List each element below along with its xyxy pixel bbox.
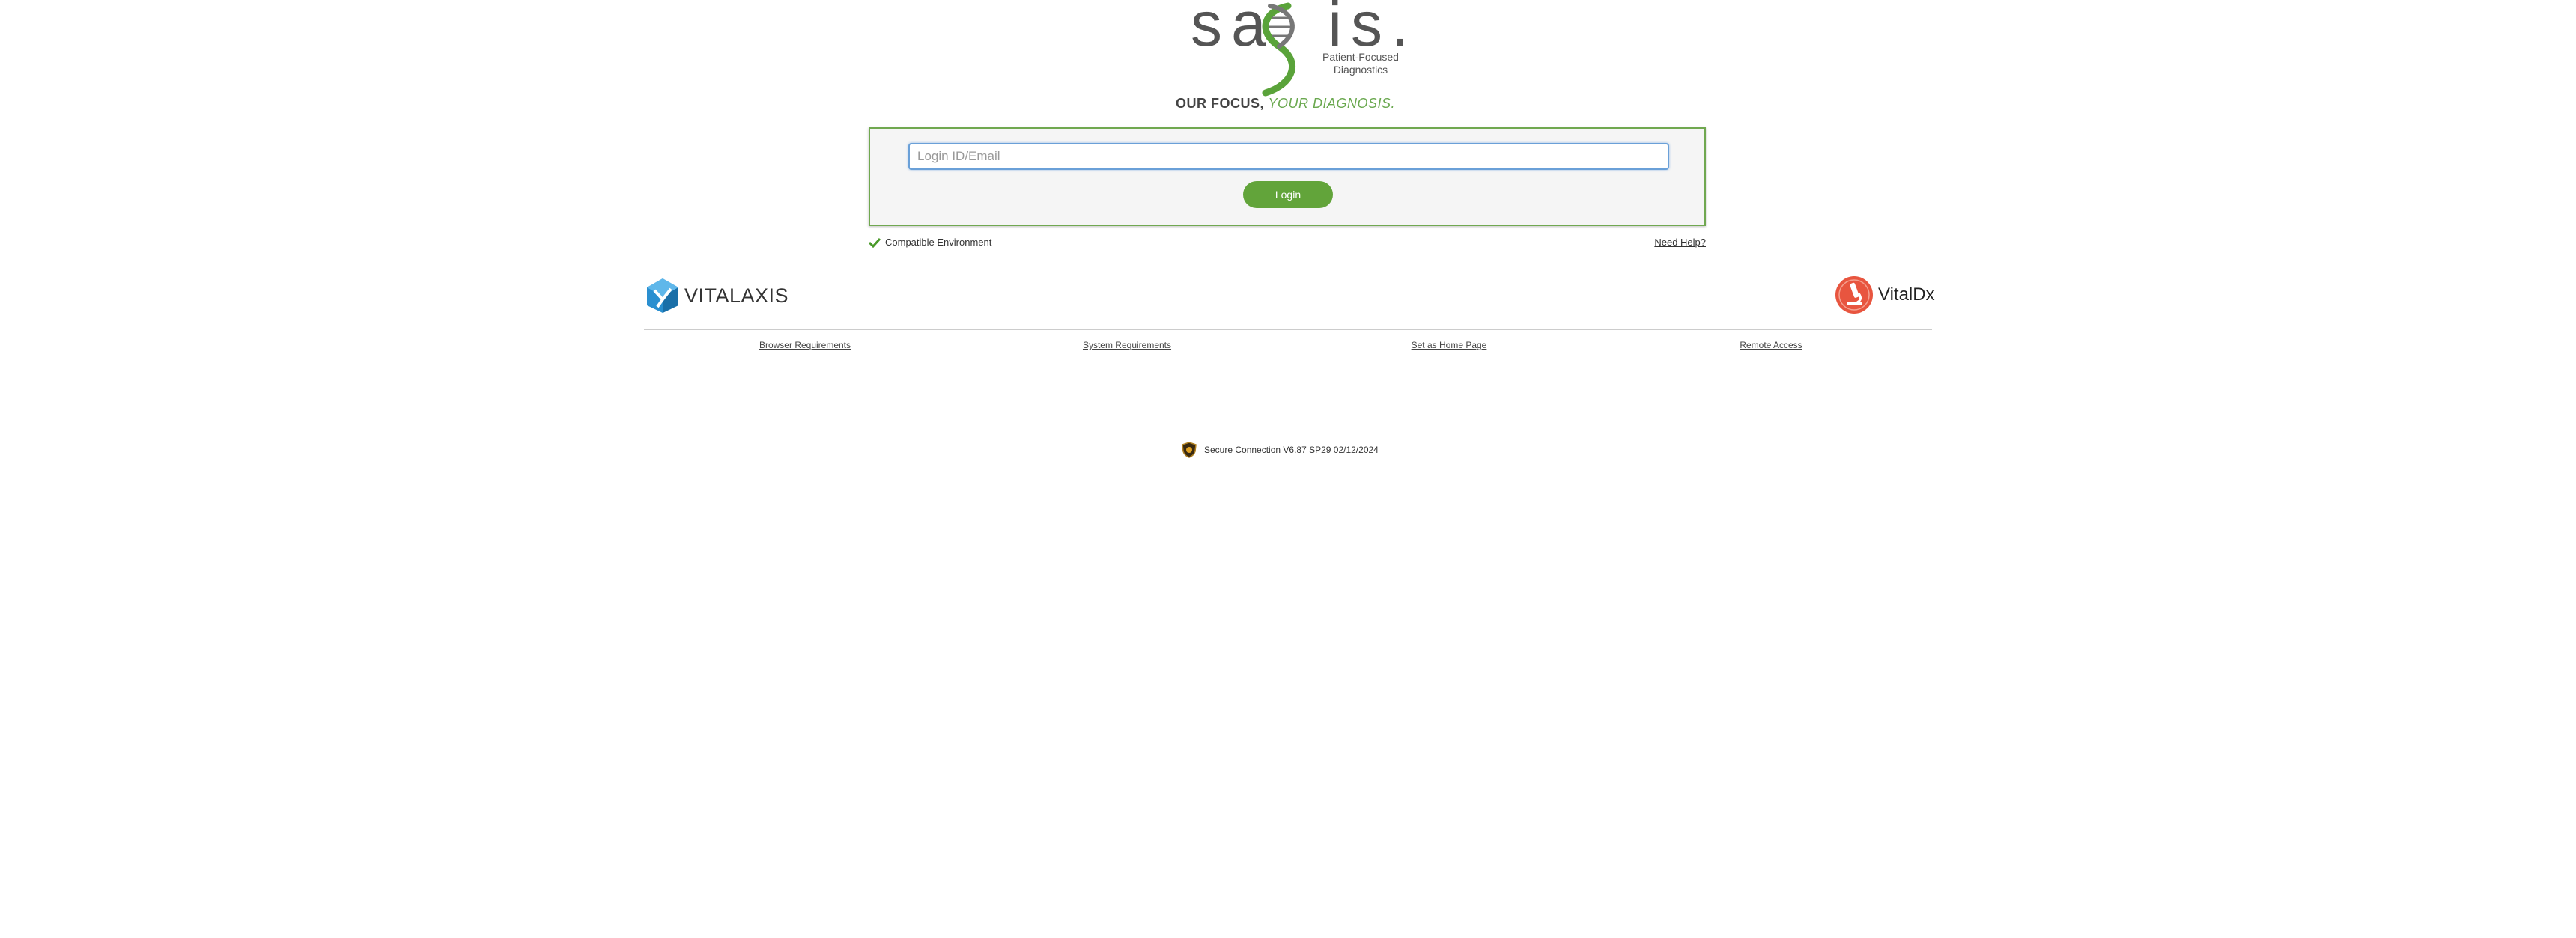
compatible-environment-label: Compatible Environment	[885, 237, 992, 248]
login-button[interactable]: Login	[1243, 181, 1333, 208]
browser-requirements-link[interactable]: Browser Requirements	[644, 340, 966, 350]
secure-connection: Secure Connection V6.87 SP29 02/12/2024	[1182, 442, 1379, 458]
microscope-icon	[1835, 276, 1873, 314]
brand-tagline: OUR FOCUS, YOUR DIAGNOSIS.	[1176, 96, 1395, 112]
vitalaxis-cube-icon	[647, 278, 678, 313]
brand-logo: sa is. Patient-Focused Diagnostics OUR F…	[1168, 0, 1409, 112]
vitaldx-name: VitalDx	[1878, 284, 1935, 305]
footer-links: Browser Requirements System Requirements…	[644, 340, 1932, 350]
brand-subtitle-line2: Diagnostics	[1333, 64, 1388, 76]
vitalaxis-name: VITALAXIS	[684, 284, 789, 307]
secure-connection-text: Secure Connection V6.87 SP29 02/12/2024	[1204, 445, 1379, 455]
set-as-home-page-link[interactable]: Set as Home Page	[1288, 340, 1610, 350]
vitaldx-logo: VitalDx	[1835, 275, 1935, 314]
vitalaxis-logo: VITALAXIS	[645, 277, 789, 314]
brand-subtitle: Patient-Focused Diagnostics	[1312, 51, 1409, 76]
login-id-email-input[interactable]	[908, 143, 1669, 170]
compatible-environment-status: Compatible Environment	[869, 237, 991, 248]
tagline-part1: OUR FOCUS,	[1176, 96, 1265, 111]
brand-subtitle-line1: Patient-Focused	[1322, 51, 1399, 63]
shield-icon	[1182, 442, 1197, 458]
login-page: sa is. Patient-Focused Diagnostics OUR F…	[0, 0, 2576, 938]
remote-access-link[interactable]: Remote Access	[1610, 340, 1932, 350]
checkmark-icon	[869, 237, 881, 248]
login-panel: Login	[869, 127, 1706, 226]
need-help-link[interactable]: Need Help?	[1654, 237, 1706, 248]
system-requirements-link[interactable]: System Requirements	[966, 340, 1288, 350]
tagline-part2: YOUR DIAGNOSIS.	[1268, 96, 1396, 111]
divider	[644, 329, 1932, 330]
dna-helix-icon	[1262, 2, 1295, 97]
